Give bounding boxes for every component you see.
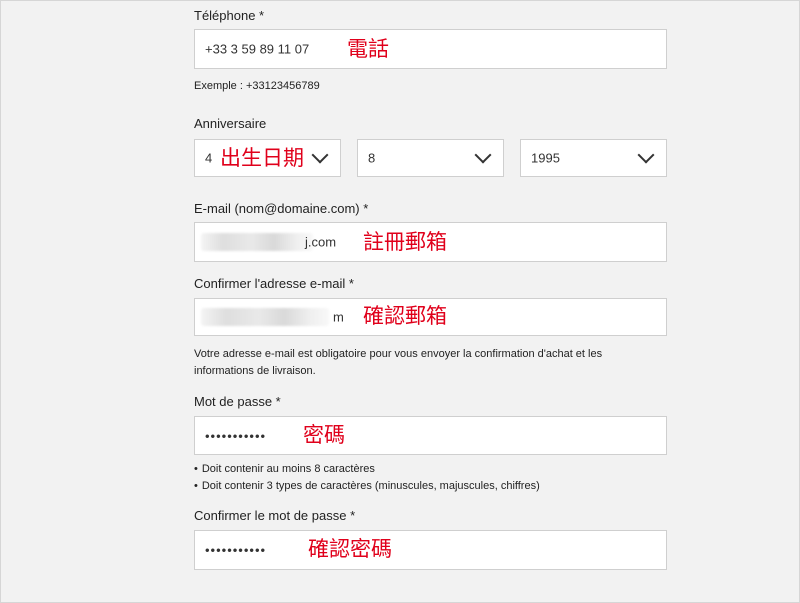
email-confirm-label: Confirmer l'adresse e-mail *: [194, 276, 354, 291]
password-value: •••••••••••: [205, 428, 267, 443]
telephone-value: +33 3 59 89 11 07: [205, 41, 310, 57]
telephone-input[interactable]: +33 3 59 89 11 07 電話: [194, 29, 667, 69]
redacted-email-blur: [201, 308, 329, 326]
password-confirm-value: •••••••••••: [205, 542, 267, 558]
password-confirm-annotation: 確認密碼: [308, 537, 392, 561]
email-help-text: Votre adresse e-mail est obligatoire pou…: [194, 346, 602, 380]
chevron-down-icon: [637, 146, 655, 164]
password-rules-list: Doit contenir au moins 8 caractères Doit…: [194, 461, 540, 495]
birthday-year-value: 1995: [531, 150, 560, 166]
email-value-suffix: j.com: [305, 234, 337, 250]
birthday-annotation: 出生日期: [220, 146, 304, 170]
email-annotation: 註冊郵箱: [363, 230, 447, 254]
telephone-label: Téléphone *: [194, 8, 265, 23]
chevron-down-icon: [311, 146, 329, 164]
password-annotation: 密碼: [303, 423, 345, 447]
telephone-annotation: 電話: [347, 37, 389, 61]
email-label: E-mail (nom@domaine.com) *: [194, 201, 369, 216]
email-help-line-2: informations de livraison.: [194, 365, 316, 377]
birthday-year-select[interactable]: 1995: [520, 139, 667, 177]
redacted-email-blur: [201, 233, 313, 251]
birthday-month-select[interactable]: 8: [357, 139, 504, 177]
birthday-day-select[interactable]: 4 出生日期: [194, 139, 341, 177]
email-confirm-annotation: 確認郵箱: [363, 304, 447, 328]
password-input[interactable]: ••••••••••• 密碼: [194, 416, 667, 455]
email-confirm-input[interactable]: m 確認郵箱: [194, 298, 667, 336]
email-input[interactable]: j.com 註冊郵箱: [194, 222, 667, 262]
birthday-label: Anniversaire: [194, 116, 267, 131]
password-label: Mot de passe *: [194, 394, 281, 409]
password-confirm-input[interactable]: ••••••••••• 確認密碼: [194, 530, 667, 570]
password-rule: Doit contenir 3 types de caractères (min…: [194, 478, 540, 495]
email-help-line-1: Votre adresse e-mail est obligatoire pou…: [194, 348, 603, 360]
password-rule: Doit contenir au moins 8 caractères: [194, 461, 540, 478]
password-confirm-label: Confirmer le mot de passe *: [194, 508, 356, 523]
birthday-month-value: 8: [368, 150, 376, 166]
form-panel: Téléphone * +33 3 59 89 11 07 電話 Exemple…: [0, 0, 800, 603]
birthday-day-value: 4: [205, 150, 213, 166]
telephone-example: Exemple : +33123456789: [194, 80, 320, 92]
email-confirm-value-suffix: m: [333, 309, 344, 325]
chevron-down-icon: [474, 146, 492, 164]
